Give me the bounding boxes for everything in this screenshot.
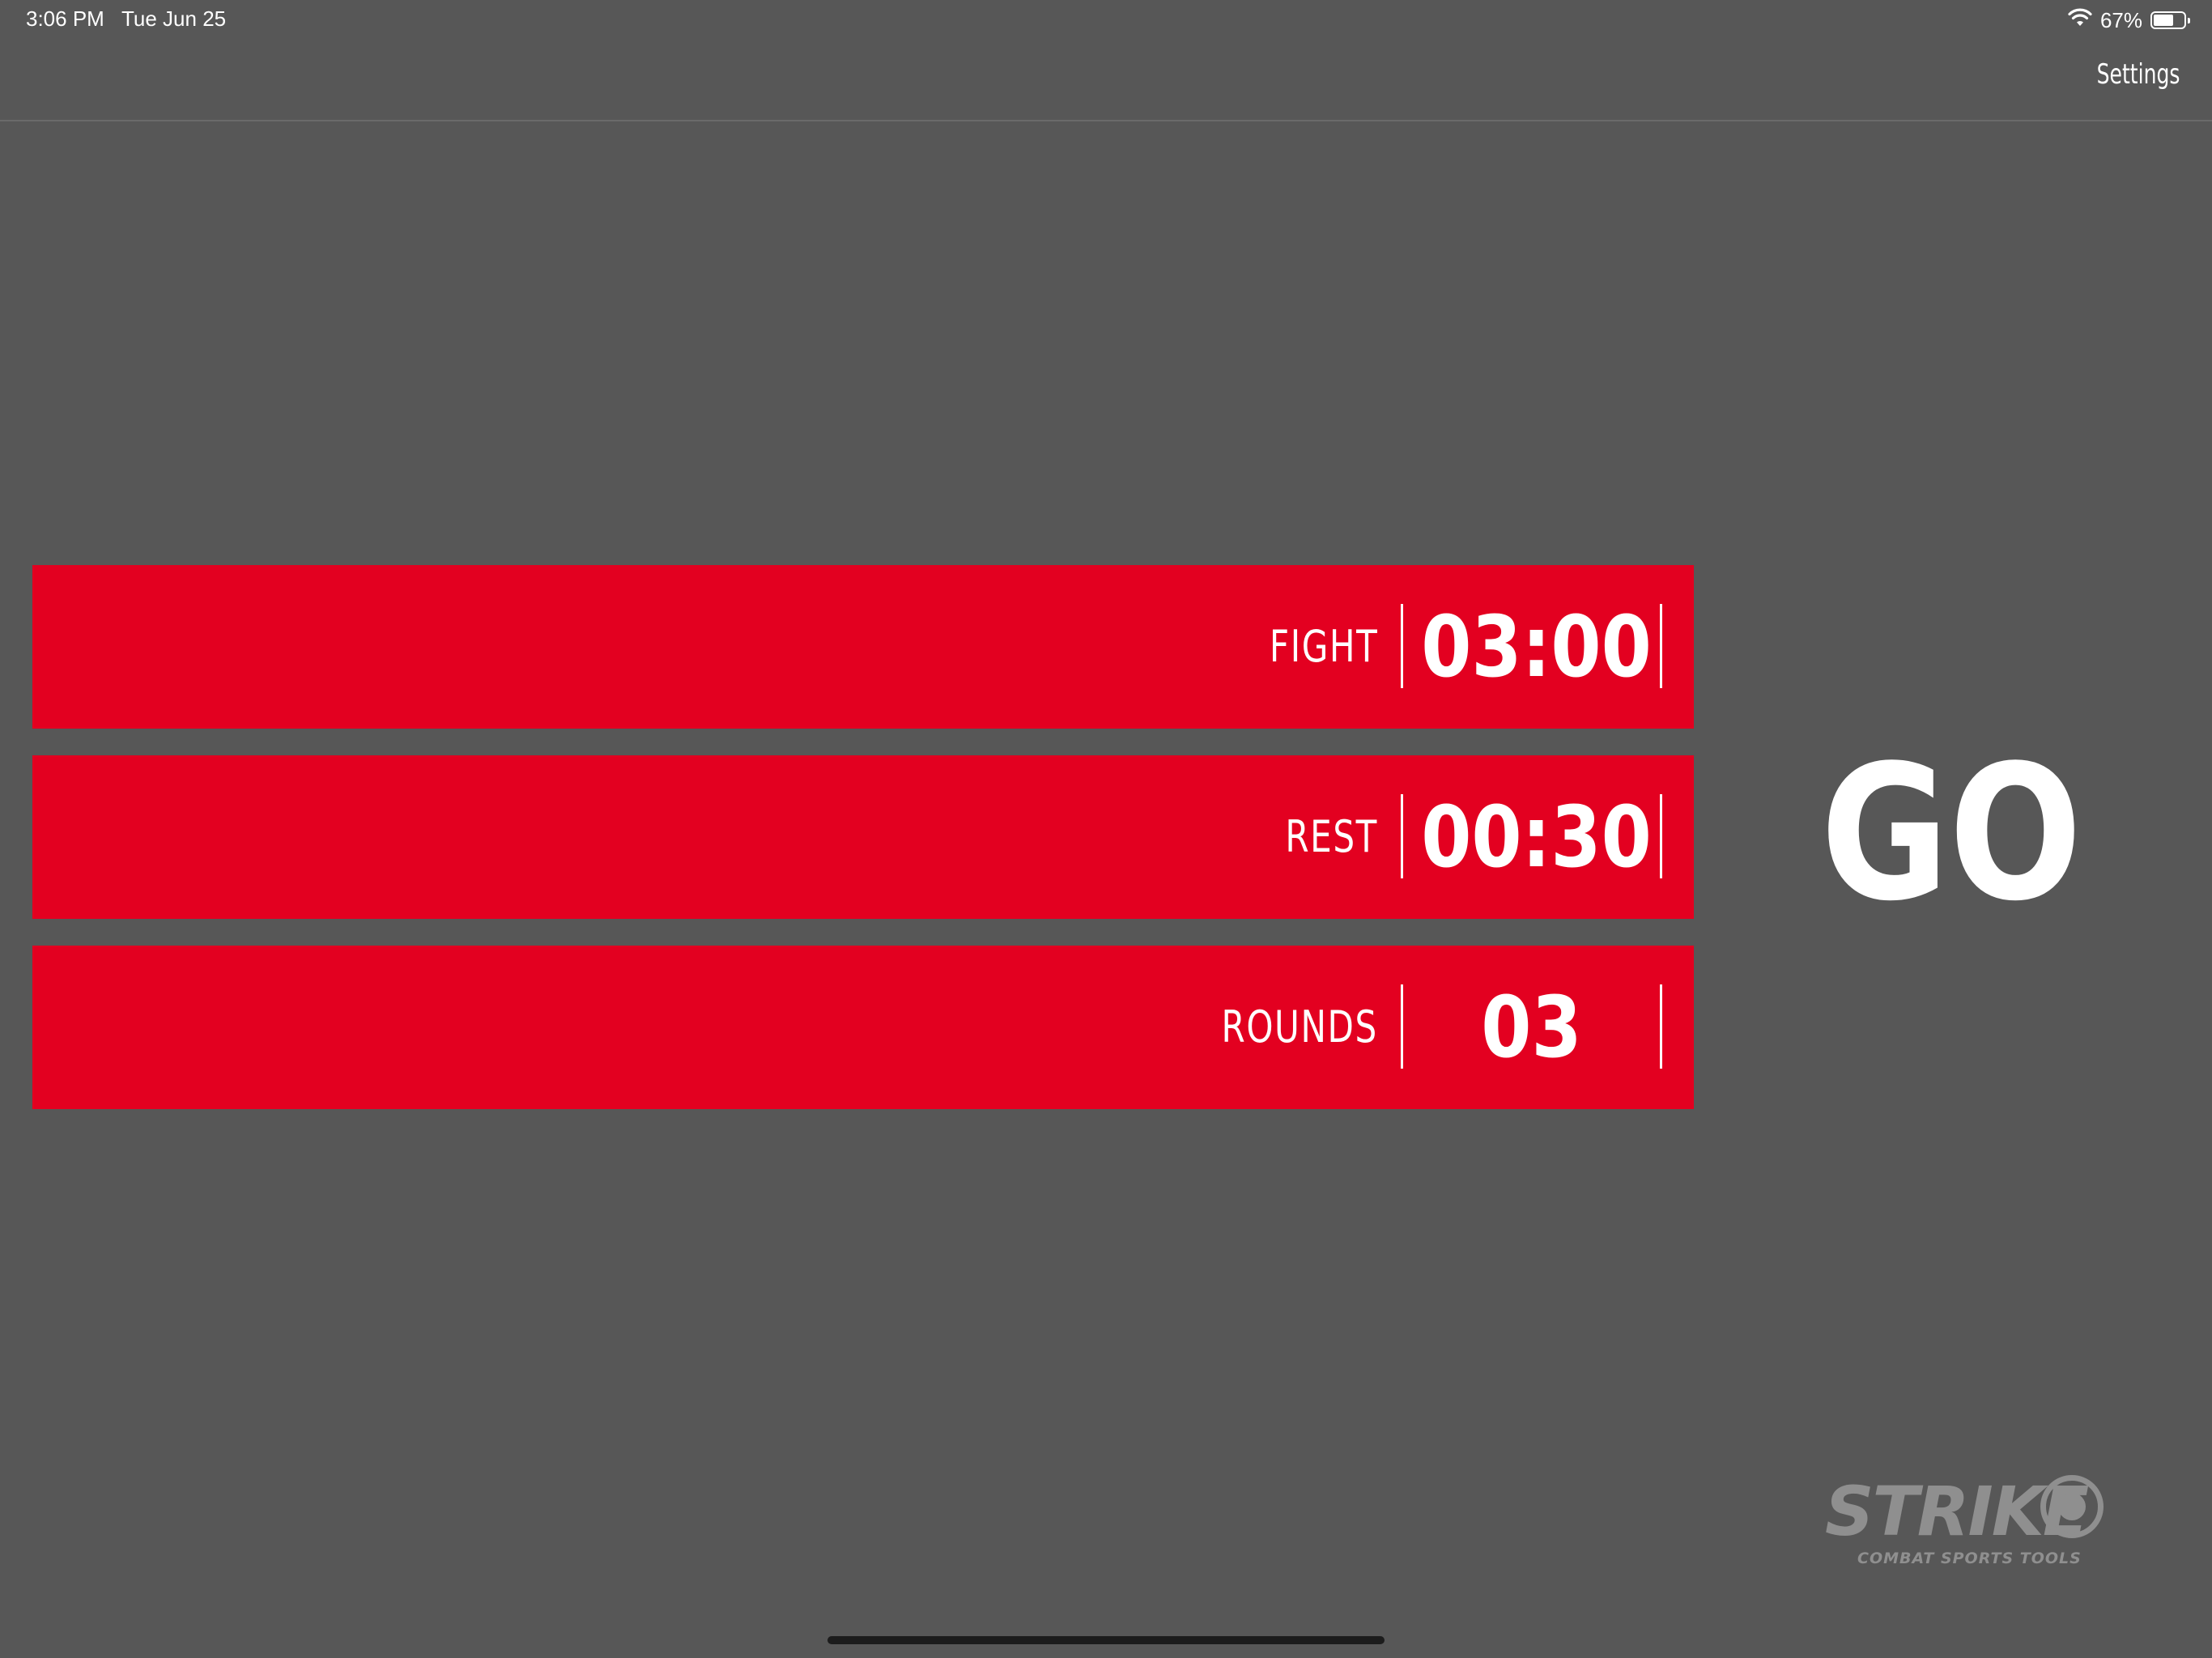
status-date: Tue Jun 25 — [121, 6, 227, 31]
home-indicator[interactable] — [827, 1636, 1385, 1644]
divider — [1401, 984, 1403, 1069]
logo-tagline: COMBAT SPORTS TOOLS — [1857, 1550, 2082, 1567]
status-bar: 3:06 PM Tue Jun 25 67% — [0, 0, 2212, 40]
rest-label: REST — [1285, 811, 1378, 862]
target-icon — [2040, 1475, 2104, 1538]
battery-level — [2154, 15, 2173, 26]
wifi-icon — [2068, 8, 2092, 33]
rest-duration-row[interactable]: REST 00:30 — [32, 755, 1694, 919]
status-time: 3:06 PM — [26, 6, 104, 31]
battery-percent: 67% — [2099, 7, 2142, 32]
settings-button[interactable]: Settings — [2096, 58, 2180, 91]
status-indicators: 67% — [2068, 6, 2190, 34]
divider — [1401, 604, 1403, 688]
rounds-row[interactable]: ROUNDS 03 — [32, 946, 1694, 1109]
rounds-label: ROUNDS — [1221, 1001, 1378, 1052]
fight-label: FIGHT — [1269, 621, 1378, 672]
battery-icon — [2150, 11, 2190, 29]
rest-duration-value[interactable]: 00:30 — [1421, 755, 1652, 919]
go-button[interactable]: GO — [1809, 726, 2095, 942]
divider — [1660, 794, 1662, 878]
divider — [1660, 984, 1662, 1069]
divider — [1401, 794, 1403, 878]
divider — [1660, 604, 1662, 688]
strike-logo: STRIKE COMBAT SPORTS TOOLS — [1822, 1472, 2121, 1577]
fight-duration-row[interactable]: FIGHT 03:00 — [32, 565, 1694, 729]
fight-duration-value[interactable]: 03:00 — [1421, 565, 1652, 729]
nav-bar: Settings — [0, 40, 2212, 121]
rounds-value[interactable]: 03 — [1421, 946, 1642, 1109]
